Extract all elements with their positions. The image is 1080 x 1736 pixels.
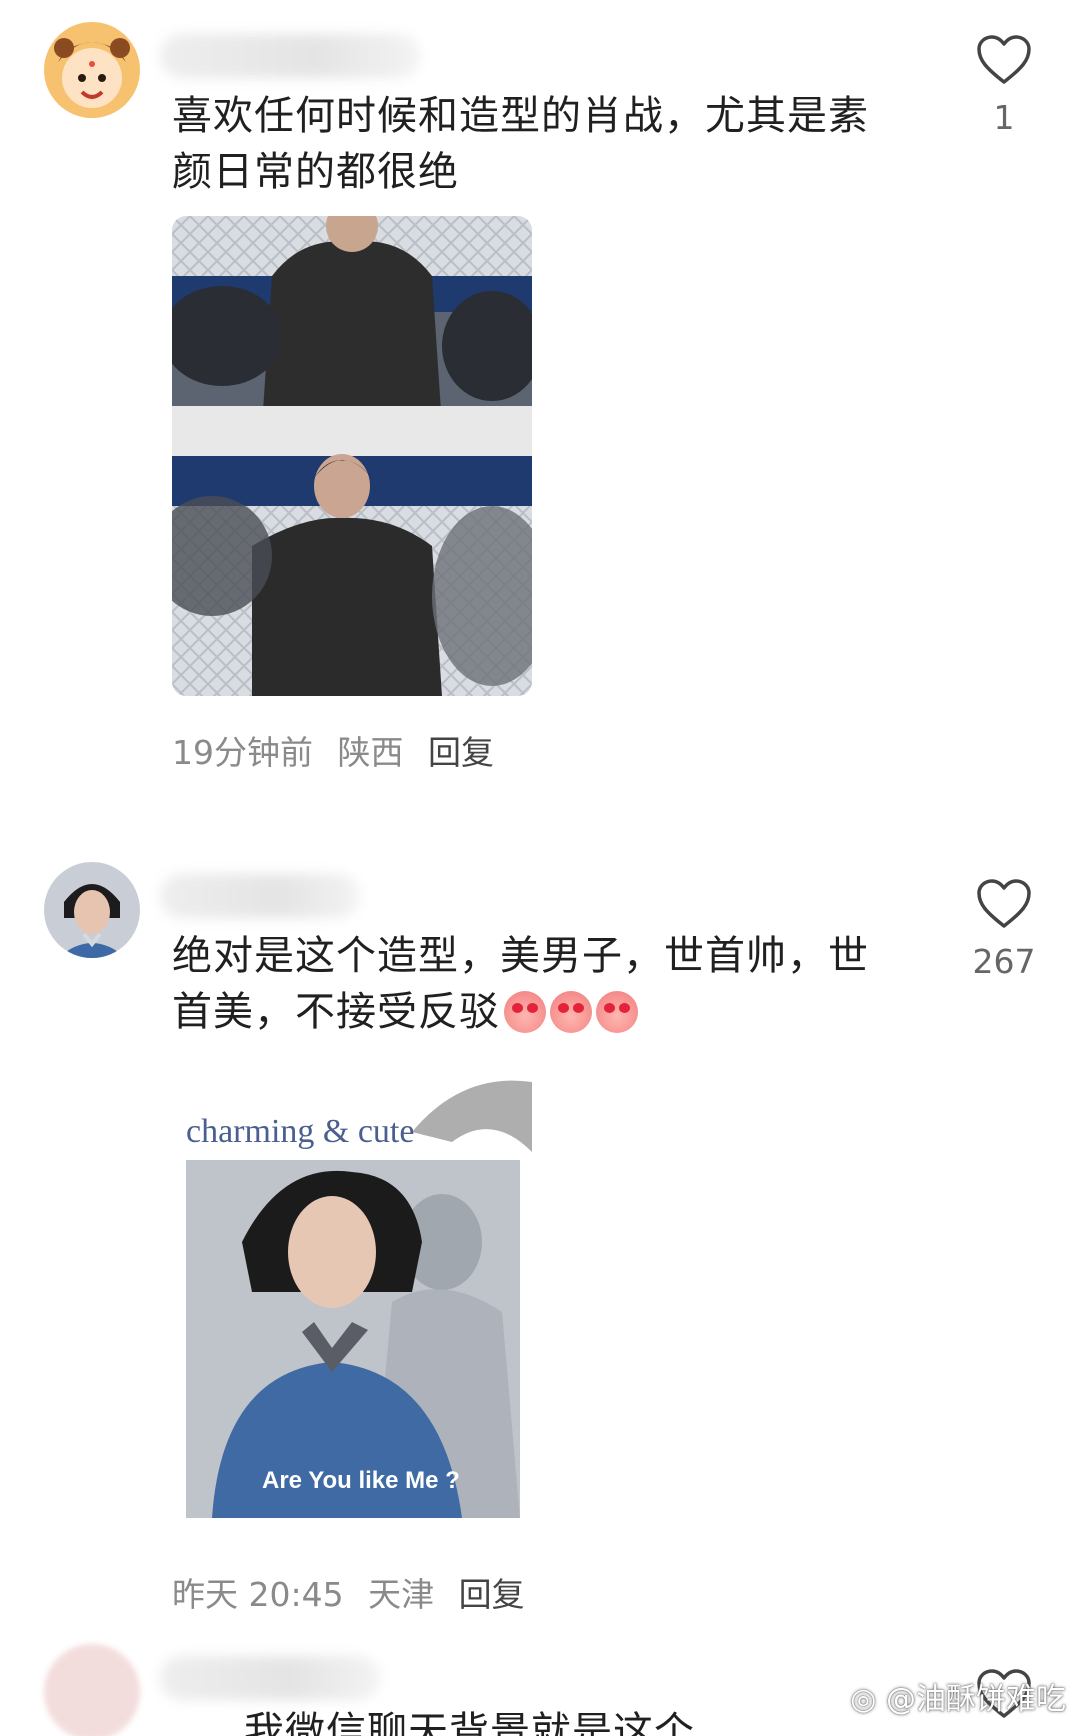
- avatar[interactable]: [44, 22, 140, 118]
- comment-text: 喜欢任何时候和造型的肖战，尤其是素颜日常的都很绝: [172, 93, 869, 195]
- avatar[interactable]: [44, 1644, 140, 1736]
- comment-item-2: 绝对是这个造型，美男子，世首帅，世首美，不接受反驳 charming & cut…: [0, 840, 1080, 1630]
- image-caption-bottom: Are You like Me ?: [262, 1467, 460, 1494]
- watermark-text: @油酥饼难吃: [886, 1682, 1066, 1717]
- avatar[interactable]: [44, 862, 140, 958]
- comment-location: 天津: [368, 1575, 435, 1614]
- heart-eyes-emoji-icon: [504, 991, 546, 1033]
- comment-meta: 昨天 20:45 天津 回复: [172, 1568, 539, 1616]
- like-count: 1: [993, 98, 1015, 137]
- comment-item-1: 喜欢任何时候和造型的肖战，尤其是素颜日常的都很绝 19分钟前 陕西 回复 1: [0, 0, 1080, 772]
- heart-eyes-emoji-icon: [550, 991, 592, 1033]
- like-button[interactable]: 267: [964, 878, 1044, 981]
- comment-time: 昨天 20:45: [172, 1575, 344, 1614]
- heart-icon: [977, 35, 1031, 84]
- weibo-logo-icon: ◎: [850, 1682, 877, 1717]
- comment-time: 19分钟前: [172, 733, 313, 772]
- username-blurred[interactable]: [160, 34, 420, 78]
- reply-button[interactable]: 回复: [428, 733, 494, 772]
- comment-text: 绝对是这个造型，美男子，世首帅，世首美，不接受反驳: [172, 928, 892, 1040]
- username-blurred[interactable]: [160, 1656, 380, 1700]
- comment-location: 陕西: [337, 733, 404, 772]
- like-count: 267: [972, 942, 1036, 981]
- username-blurred[interactable]: [160, 874, 360, 918]
- comment-image[interactable]: charming & cute Are You like Me ?: [172, 1072, 532, 1518]
- like-button[interactable]: 1: [964, 34, 1044, 137]
- reply-button[interactable]: 回复: [459, 1575, 525, 1614]
- watermark: ◎ @油酥饼难吃: [850, 1674, 1066, 1718]
- comment-meta: 19分钟前 陕西 回复: [172, 726, 508, 774]
- image-caption-top: charming & cute: [186, 1113, 414, 1150]
- heart-icon: [977, 879, 1031, 928]
- comment-image[interactable]: [172, 216, 532, 696]
- heart-eyes-emoji-icon: [596, 991, 638, 1033]
